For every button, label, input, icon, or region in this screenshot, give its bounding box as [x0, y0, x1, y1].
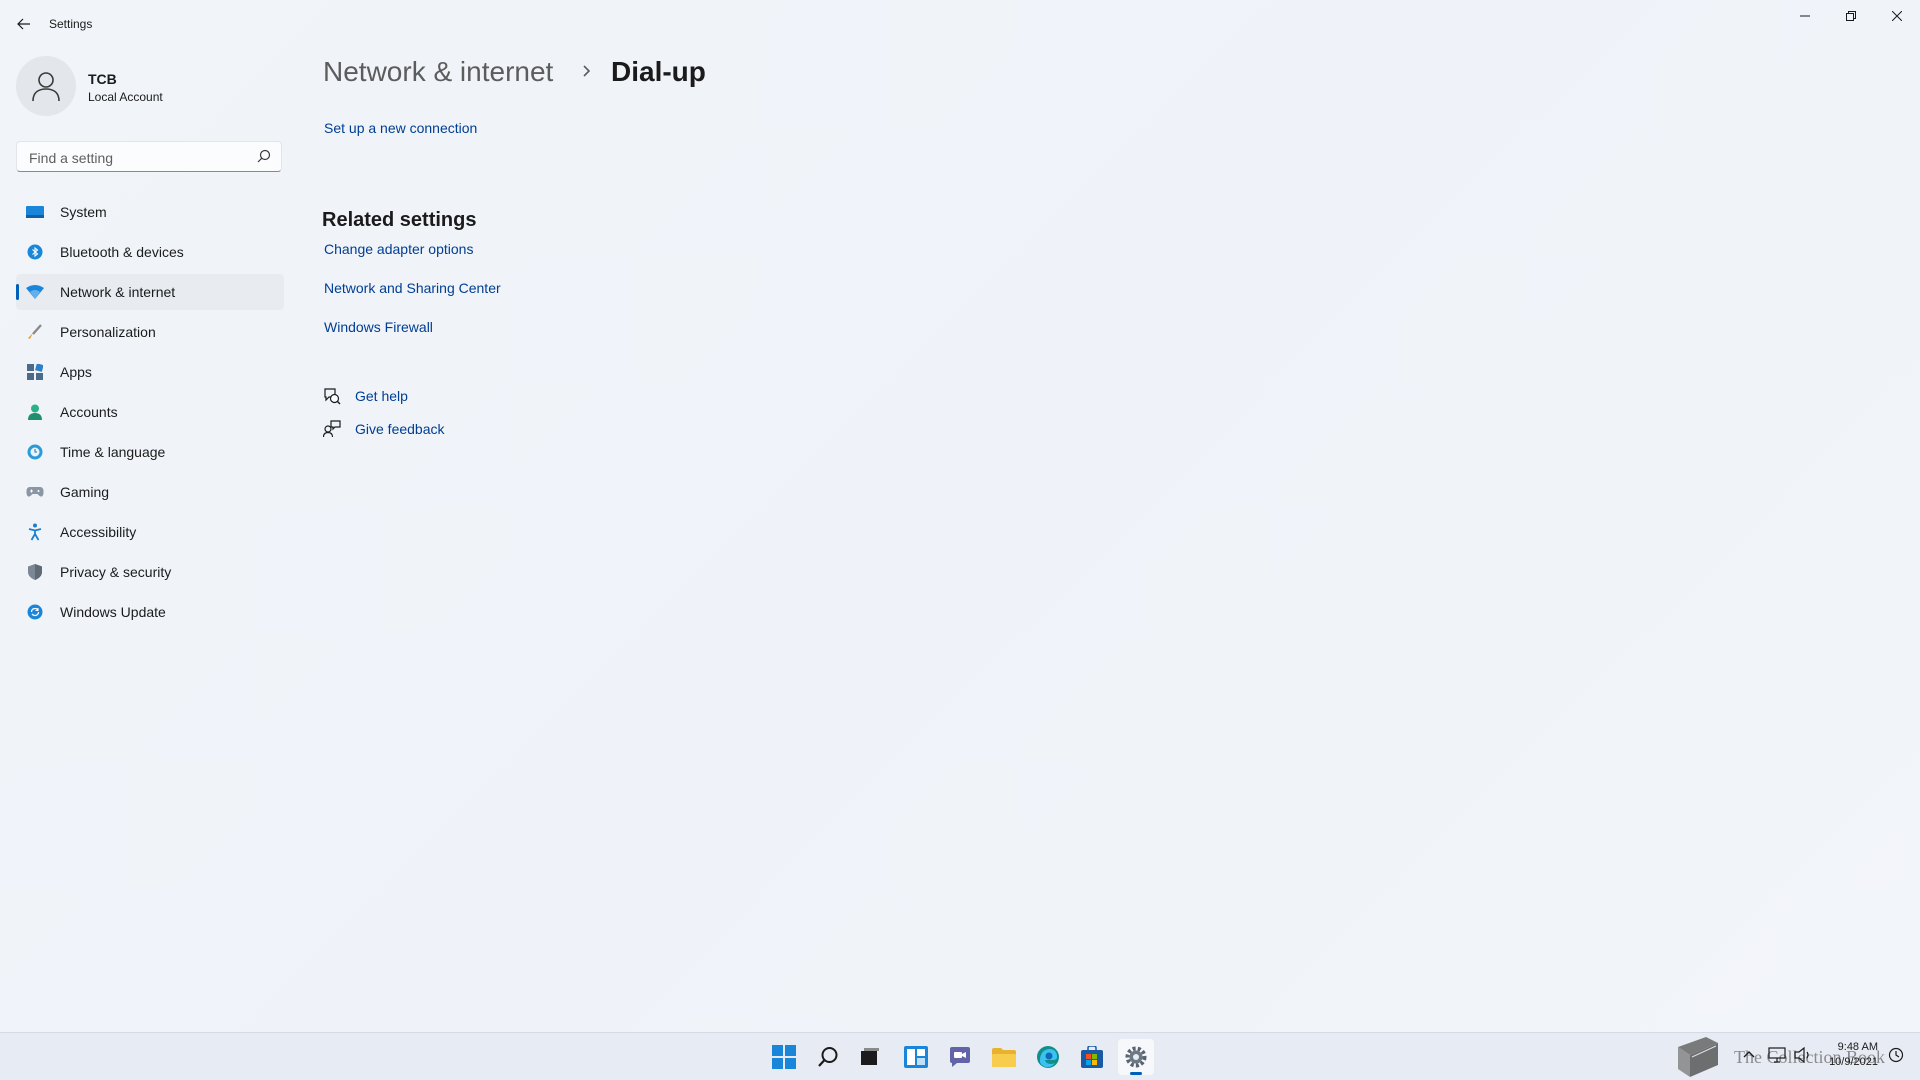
chevron-up-icon[interactable]: [1742, 1047, 1756, 1061]
search-input[interactable]: [27, 148, 251, 168]
sidebar-item-gaming[interactable]: Gaming: [16, 474, 284, 510]
controller-icon: [26, 483, 44, 501]
sidebar-item-windows-update[interactable]: Windows Update: [16, 594, 284, 630]
sidebar-nav: System Bluetooth & devices Network & int…: [16, 194, 284, 634]
store-icon: [1081, 1046, 1103, 1068]
update-icon: [26, 603, 44, 621]
sidebar-item-system[interactable]: System: [16, 194, 284, 230]
brush-icon: [26, 323, 44, 341]
volume-icon[interactable]: [1794, 1047, 1812, 1063]
user-profile[interactable]: TCB Local Account: [16, 56, 276, 120]
taskbar: The Collection Book 9:48 AM 10/9/2021: [0, 1032, 1920, 1080]
feedback-icon: [322, 419, 342, 439]
sidebar-item-accounts[interactable]: Accounts: [16, 394, 284, 430]
widgets-icon: [904, 1046, 928, 1068]
globe-clock-icon: [26, 443, 44, 461]
sidebar-item-label: Network & internet: [60, 284, 176, 300]
close-icon: [1892, 11, 1902, 21]
back-arrow-icon: [17, 18, 30, 30]
sidebar-item-accessibility[interactable]: Accessibility: [16, 514, 284, 550]
search-box[interactable]: [16, 141, 282, 172]
restore-button[interactable]: [1828, 0, 1874, 32]
monitor-icon: [26, 203, 44, 221]
change-adapter-options-link[interactable]: Change adapter options: [324, 241, 473, 257]
wifi-icon: [26, 283, 44, 301]
accounts-person-icon: [26, 403, 44, 421]
sidebar-item-label: Gaming: [60, 484, 110, 500]
sidebar-item-label: Apps: [60, 364, 92, 380]
sidebar-item-label: Accounts: [60, 404, 118, 420]
user-name: TCB: [88, 71, 117, 87]
help-chat-icon: [322, 386, 342, 406]
sidebar-item-bluetooth[interactable]: Bluetooth & devices: [16, 234, 284, 270]
sidebar-item-label: Windows Update: [60, 604, 166, 620]
settings-taskbar-button[interactable]: [1118, 1039, 1154, 1075]
get-help-link[interactable]: Get help: [322, 385, 408, 407]
sidebar-item-time-language[interactable]: Time & language: [16, 434, 284, 470]
network-sharing-center-link[interactable]: Network and Sharing Center: [324, 280, 501, 296]
give-feedback-link[interactable]: Give feedback: [322, 418, 445, 440]
sidebar-item-label: Personalization: [60, 324, 156, 340]
restore-icon: [1846, 11, 1856, 21]
sidebar-item-privacy[interactable]: Privacy & security: [16, 554, 284, 590]
chat-icon: [950, 1047, 970, 1067]
task-view-button[interactable]: [852, 1039, 888, 1075]
apps-icon: [26, 363, 44, 381]
search-icon: [818, 1047, 838, 1067]
setup-new-connection-link[interactable]: Set up a new connection: [324, 120, 477, 136]
sidebar-item-label: Time & language: [60, 444, 166, 460]
back-button[interactable]: [10, 10, 38, 38]
start-icon: [772, 1045, 796, 1069]
page-title: Dial-up: [611, 56, 706, 87]
search-icon[interactable]: [257, 149, 271, 168]
account-type: Local Account: [88, 90, 163, 104]
network-icon[interactable]: [1768, 1047, 1786, 1063]
sidebar-item-label: Privacy & security: [60, 564, 172, 580]
sidebar-item-label: Bluetooth & devices: [60, 244, 184, 260]
notification-icon[interactable]: [1888, 1047, 1904, 1063]
task-view-icon: [861, 1048, 879, 1065]
sidebar-item-label: System: [60, 204, 107, 220]
clock-date: 10/9/2021: [1829, 1056, 1878, 1068]
file-explorer-button[interactable]: [986, 1039, 1022, 1075]
title-bar: Settings: [0, 0, 1920, 48]
accessibility-icon: [26, 523, 44, 541]
app-title: Settings: [49, 17, 93, 31]
widgets-button[interactable]: [898, 1039, 934, 1075]
sidebar-item-personalization[interactable]: Personalization: [16, 314, 284, 350]
get-help-label: Get help: [355, 388, 408, 404]
clock-time: 9:48 AM: [1837, 1041, 1878, 1053]
taskbar-search-button[interactable]: [810, 1039, 846, 1075]
chat-button[interactable]: [942, 1039, 978, 1075]
sidebar-item-apps[interactable]: Apps: [16, 354, 284, 390]
breadcrumb-parent[interactable]: Network & internet: [323, 56, 553, 88]
give-feedback-label: Give feedback: [355, 421, 445, 437]
windows-firewall-link[interactable]: Windows Firewall: [324, 319, 433, 335]
minimize-icon: [1800, 15, 1810, 17]
close-button[interactable]: [1874, 0, 1920, 32]
system-clock[interactable]: 9:48 AM 10/9/2021: [1829, 1040, 1878, 1070]
chevron-right-icon: [583, 65, 591, 77]
shield-icon: [26, 563, 44, 581]
sidebar-item-label: Accessibility: [60, 524, 137, 540]
related-settings-heading: Related settings: [322, 209, 477, 231]
start-button[interactable]: [766, 1039, 802, 1075]
file-explorer-icon: [992, 1048, 1016, 1067]
edge-icon: [1037, 1046, 1059, 1068]
person-icon: [32, 72, 60, 102]
book-icon: [1678, 1037, 1718, 1077]
store-button[interactable]: [1074, 1039, 1110, 1075]
settings-icon: [1125, 1046, 1147, 1068]
avatar: [16, 56, 76, 116]
minimize-button[interactable]: [1782, 0, 1828, 32]
edge-button[interactable]: [1030, 1039, 1066, 1075]
bluetooth-icon: [26, 243, 44, 261]
sidebar-item-network[interactable]: Network & internet: [16, 274, 284, 310]
